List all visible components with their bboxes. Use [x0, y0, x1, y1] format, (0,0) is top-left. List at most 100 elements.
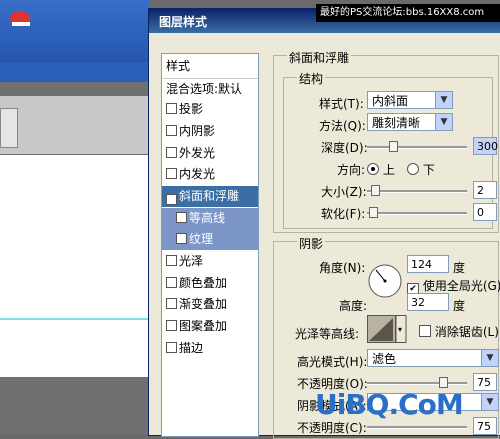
checkbox[interactable] [166, 103, 177, 114]
style-label: 描边 [179, 341, 204, 355]
shadow-opacity-slider[interactable] [367, 426, 467, 429]
antialias-checkbox[interactable]: 消除锯齿(L) [419, 323, 499, 340]
radio-label: 下 [422, 163, 435, 177]
size-label: 大小(Z): [321, 185, 367, 199]
shading-title: 阴影 [297, 235, 326, 252]
style-item-inner-shadow[interactable]: 内阴影 [162, 121, 258, 142]
guide-line [0, 318, 150, 320]
bevel-style-select[interactable]: 内斜面 ▼ [367, 91, 453, 109]
style-label: 样式(T): [319, 97, 364, 111]
degree-unit: 度 [453, 261, 466, 275]
svg-text:▾: ▾ [398, 325, 402, 334]
style-label: 投影 [179, 102, 204, 116]
size-input[interactable]: 2 [473, 181, 497, 199]
slider-thumb[interactable] [389, 141, 398, 152]
checkbox[interactable] [166, 342, 177, 353]
degree-unit: 度 [453, 299, 466, 313]
style-label: 颜色叠加 [179, 276, 228, 290]
checkbox[interactable] [166, 277, 177, 288]
angle-dial-icon[interactable] [367, 263, 403, 299]
style-label: 等高线 [189, 211, 226, 225]
layer-style-dialog: 图层样式 样式 混合选项:默认 投影 内阴影 外发光 内发光 ✔ 斜面和浮雕 等高… [148, 8, 500, 439]
checkbox[interactable] [166, 147, 177, 158]
chevron-down-icon: ▼ [481, 350, 498, 366]
style-label: 图案叠加 [179, 319, 228, 333]
direction-up-radio[interactable]: 上 [367, 161, 395, 178]
depth-input[interactable]: 300 [473, 137, 498, 155]
depth-slider[interactable] [367, 146, 467, 149]
select-value: 滤色 [372, 352, 397, 366]
radio-icon[interactable] [407, 163, 419, 175]
checkbox[interactable] [166, 255, 177, 266]
method-label: 方法(Q): [319, 119, 366, 133]
select-value: 雕刻清晰 [372, 116, 421, 130]
styles-list: 样式 混合选项:默认 投影 内阴影 外发光 内发光 ✔ 斜面和浮雕 等高线 纹理 … [161, 53, 259, 437]
checkbox[interactable] [419, 325, 431, 337]
style-label: 外发光 [179, 146, 216, 160]
checkbox[interactable] [176, 233, 187, 244]
checkbox[interactable] [166, 298, 177, 309]
soften-input[interactable]: 0 [473, 203, 497, 221]
slider-thumb[interactable] [371, 185, 380, 196]
checkbox-checked[interactable]: ✔ [166, 194, 177, 205]
style-label: 内阴影 [179, 124, 216, 138]
styles-header[interactable]: 样式 [162, 56, 258, 77]
highlight-mode-select[interactable]: 滤色 ▼ [367, 349, 499, 367]
highlight-opacity-slider[interactable] [367, 382, 467, 385]
site-watermark-logo: UiBQ.CoM [315, 388, 464, 421]
select-value: 内斜面 [372, 94, 409, 108]
style-item-outer-glow[interactable]: 外发光 [162, 143, 258, 164]
angle-label: 角度(N): [319, 261, 366, 275]
checkbox[interactable] [166, 320, 177, 331]
style-label: 渐变叠加 [179, 297, 228, 311]
checkbox[interactable] [166, 168, 177, 179]
chevron-down-icon: ▼ [435, 92, 452, 108]
style-item-contour[interactable]: 等高线 [162, 208, 258, 229]
radio-label: 上 [382, 163, 395, 177]
forum-watermark: 最好的PS交流论坛:bbs.16XX8.com [316, 4, 500, 22]
style-item-drop-shadow[interactable]: 投影 [162, 99, 258, 120]
shadow-opacity-input[interactable]: 75 [473, 417, 497, 435]
checkbox-label: 使用全局光(G) [422, 279, 500, 293]
document-canvas[interactable] [0, 155, 150, 377]
checkbox-label: 消除锯齿(L) [434, 325, 499, 339]
altitude-label: 高度: [339, 299, 368, 313]
style-item-inner-glow[interactable]: 内发光 [162, 164, 258, 185]
style-item-stroke[interactable]: 描边 [162, 338, 258, 359]
style-item-bevel-emboss[interactable]: ✔ 斜面和浮雕 [162, 186, 258, 207]
slider-thumb[interactable] [439, 377, 448, 388]
direction-label: 方向: [337, 163, 366, 177]
blend-options[interactable]: 混合选项:默认 [162, 78, 258, 99]
size-slider[interactable] [367, 190, 467, 193]
radio-selected-icon[interactable] [367, 163, 379, 175]
app-icon [10, 11, 30, 26]
gloss-contour-picker[interactable]: ▾ [367, 315, 407, 343]
gloss-contour-label: 光泽等高线: [295, 327, 360, 341]
dialog-title: 图层样式 [159, 15, 208, 29]
depth-label: 深度(D): [321, 141, 368, 155]
style-label: 纹理 [189, 232, 214, 246]
angle-input[interactable]: 124 [407, 255, 449, 273]
highlight-opacity-input[interactable]: 75 [473, 373, 497, 391]
slider-thumb[interactable] [369, 207, 378, 218]
style-item-pattern-overlay[interactable]: 图案叠加 [162, 316, 258, 337]
toolbar [0, 96, 150, 154]
soften-slider[interactable] [367, 212, 467, 215]
taskbar-strip [0, 62, 150, 82]
chevron-down-icon: ▼ [435, 114, 452, 130]
tool-button[interactable] [0, 108, 18, 148]
checkbox[interactable] [166, 125, 177, 136]
style-item-satin[interactable]: 光泽 [162, 251, 258, 272]
style-item-color-overlay[interactable]: 颜色叠加 [162, 273, 258, 294]
chevron-down-icon: ▼ [481, 394, 498, 410]
highlight-mode-label: 高光模式(H): [297, 355, 368, 369]
style-item-gradient-overlay[interactable]: 渐变叠加 [162, 294, 258, 315]
style-label: 斜面和浮雕 [179, 189, 240, 203]
direction-down-radio[interactable]: 下 [407, 161, 435, 178]
style-label: 光泽 [179, 254, 204, 268]
altitude-input[interactable]: 32 [407, 293, 449, 311]
opacity2-label: 不透明度(C): [297, 421, 367, 435]
style-item-texture[interactable]: 纹理 [162, 229, 258, 250]
checkbox[interactable] [176, 212, 187, 223]
technique-select[interactable]: 雕刻清晰 ▼ [367, 113, 453, 131]
